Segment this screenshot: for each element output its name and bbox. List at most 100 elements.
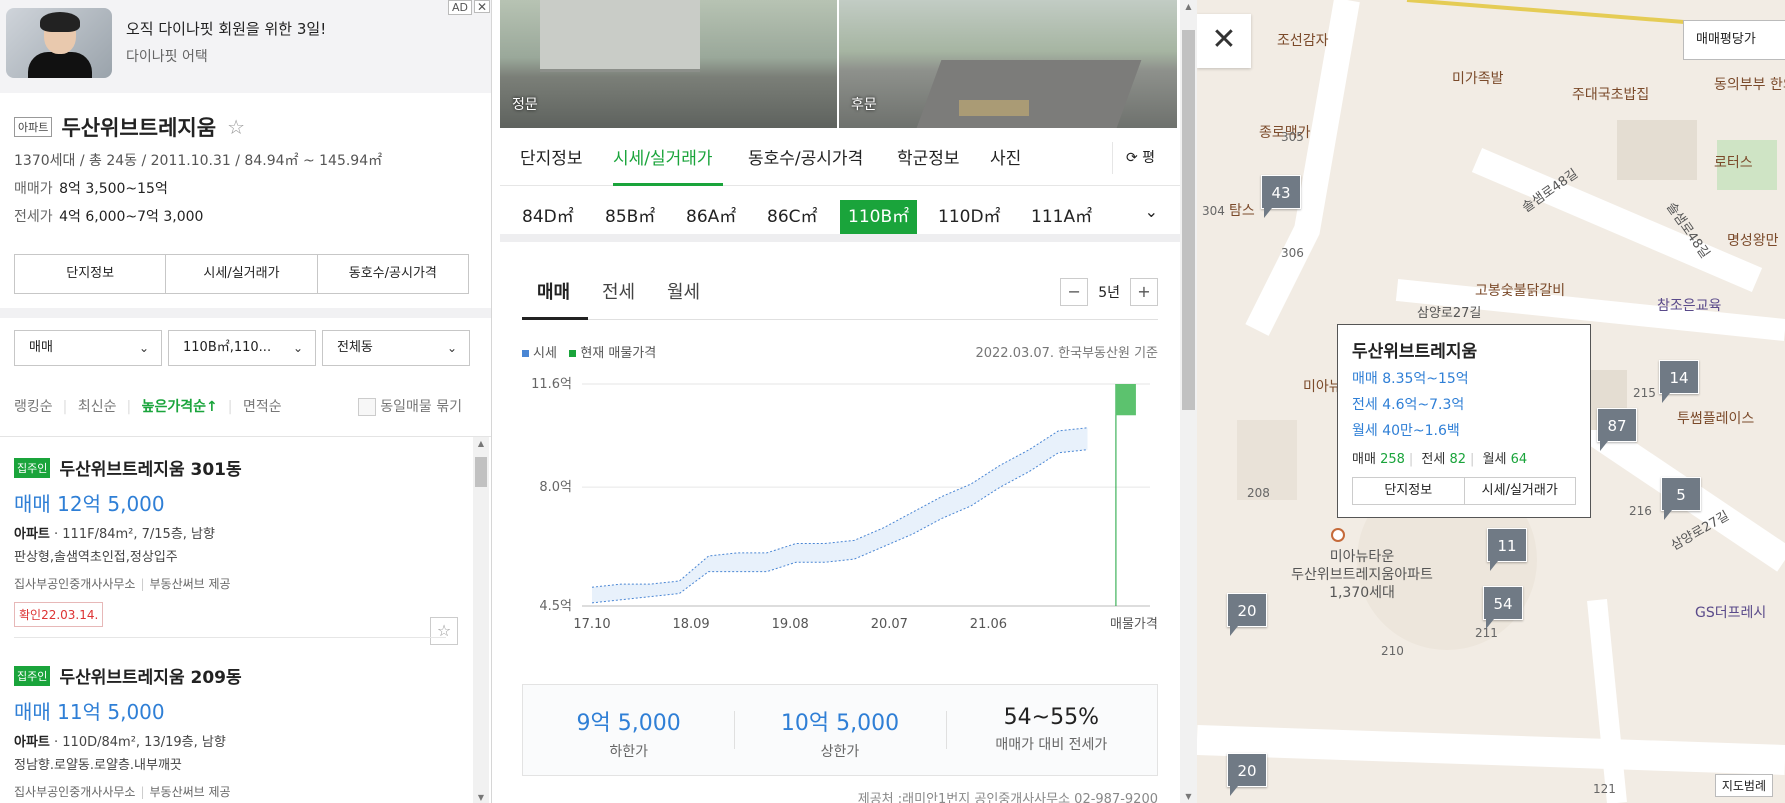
chevron-down-icon: ⌄ bbox=[138, 341, 149, 355]
sort-area[interactable]: 면적순 bbox=[243, 399, 282, 415]
tab-photos[interactable]: 사진 bbox=[990, 144, 1021, 169]
tab-complex-info[interactable]: 단지정보 bbox=[520, 144, 583, 169]
listing-cluster[interactable]: 11 bbox=[1487, 528, 1527, 571]
poi-label[interactable]: 참조은교육 bbox=[1657, 295, 1721, 315]
ad-title[interactable]: 오직 다이나핏 회원을 위한 3일! bbox=[126, 18, 326, 39]
map-view[interactable]: ✕ 매매평당가 조선감자 미가족발 주대국초밥집 동의부부 한의원 종로맥가 로… bbox=[1197, 0, 1785, 803]
complex-meta: 1370세대 / 총 24동 / 2011.10.31 / 84.94㎡ ~ 1… bbox=[14, 153, 383, 169]
ad-image[interactable] bbox=[6, 8, 112, 78]
listing-desc: 판상형,솔샘역초인접,정상입주 bbox=[14, 550, 178, 565]
price-history-button[interactable]: 시세/실거래가 bbox=[166, 255, 318, 293]
complex-tab-buttons: 단지정보 시세/실거래가 동호수/공시가격 bbox=[14, 254, 469, 294]
listing-list: 집주인 두산위브트레지움 301동 매매 12억 5,000 아파트 · 111… bbox=[0, 436, 491, 803]
ad-subtitle[interactable]: 다이나핏 어택 bbox=[126, 46, 208, 66]
listing-cluster[interactable]: 20 bbox=[1227, 753, 1267, 796]
size-select[interactable]: 110B㎡,110... ⌄ bbox=[168, 330, 316, 366]
group-same-listings[interactable]: 동일매물 묶기 bbox=[358, 396, 466, 416]
legend-swatch-listing bbox=[569, 350, 577, 357]
list-item[interactable]: 집주인 두산위브트레지움 209동 매매 11억 5,000 아파트 · 110… bbox=[14, 663, 454, 800]
listing-cluster[interactable]: 54 bbox=[1483, 586, 1523, 629]
pyeong-toggle[interactable]: ⟳ 평 bbox=[1112, 142, 1168, 174]
period-minus-button[interactable]: − bbox=[1060, 278, 1089, 306]
y-tick-label: 11.6억 bbox=[531, 377, 572, 392]
listing-agent: 집사부공인중개사사무소 | 부동산써브 제공 bbox=[14, 785, 231, 799]
size-tab[interactable]: 110D㎡ bbox=[938, 200, 1001, 234]
detail-scrollbar[interactable]: ▲ ▼ bbox=[1180, 0, 1197, 803]
jeonse-price-value: 4억 6,000~7억 3,000 bbox=[59, 209, 204, 225]
size-tab-selected[interactable]: 110B㎡ bbox=[840, 200, 918, 234]
size-tab[interactable]: 111A㎡ bbox=[1031, 200, 1092, 234]
tab-price[interactable]: 시세/실거래가 bbox=[613, 144, 713, 169]
group-checkbox[interactable] bbox=[358, 398, 377, 416]
tab-units[interactable]: 동호수/공시가격 bbox=[748, 144, 863, 169]
map-legend-button[interactable]: 지도범례 bbox=[1714, 774, 1773, 797]
scroll-thumb[interactable] bbox=[475, 457, 487, 487]
scroll-up-icon[interactable]: ▲ bbox=[473, 439, 489, 448]
popup-info-button[interactable]: 단지정보 bbox=[1353, 478, 1464, 504]
x-tick-label: 매물가격 bbox=[1110, 617, 1158, 632]
listing-cluster[interactable]: 43 bbox=[1261, 175, 1301, 218]
poi-label[interactable]: GS더프레시 bbox=[1695, 602, 1766, 622]
summary-ratio: 54~55% 매매가 대비 전세가 bbox=[945, 685, 1157, 775]
poi-label[interactable]: 미가족발 bbox=[1452, 68, 1504, 88]
poi-label[interactable]: 탐스 bbox=[1229, 200, 1255, 220]
poi-label[interactable]: 주대국초밥집 bbox=[1572, 84, 1649, 104]
poi-label[interactable]: 명성왕만 bbox=[1727, 230, 1779, 250]
sort-price-high[interactable]: 높은가격순↑ bbox=[142, 399, 218, 415]
subtab-sale[interactable]: 매매 bbox=[537, 278, 570, 304]
chevron-down-icon[interactable]: ⌄ bbox=[1145, 202, 1158, 221]
period-control: − 5년 + bbox=[1060, 278, 1158, 306]
poi-label[interactable]: 동의부부 한의원 bbox=[1714, 76, 1785, 94]
unit-price-button[interactable]: 동호수/공시가격 bbox=[318, 255, 468, 293]
close-icon[interactable]: ✕ bbox=[1197, 14, 1251, 68]
photo-back-gate[interactable]: 후문 bbox=[839, 0, 1177, 128]
photo-front-gate[interactable]: 정문 bbox=[500, 0, 837, 128]
scroll-thumb[interactable] bbox=[1182, 30, 1195, 410]
size-tab[interactable]: 86C㎡ bbox=[767, 200, 818, 234]
size-tab[interactable]: 85B㎡ bbox=[605, 200, 655, 234]
star-icon[interactable]: ☆ bbox=[430, 617, 458, 645]
price-chart[interactable]: 11.6억 8.0억 4.5억17.10 18.09 19.08 20.07 21.06 매물… bbox=[522, 376, 1162, 646]
listing-cluster[interactable]: 14 bbox=[1659, 360, 1699, 403]
complex-pin-icon[interactable] bbox=[1331, 528, 1345, 542]
subtab-monthly[interactable]: 월세 bbox=[667, 278, 700, 304]
complex-info-button[interactable]: 단지정보 bbox=[15, 255, 167, 293]
ad-banner[interactable]: 오직 다이나핏 회원을 위한 3일! 다이나핏 어택 AD ✕ bbox=[0, 0, 491, 93]
subtab-jeonse[interactable]: 전세 bbox=[602, 278, 635, 304]
dong-value: 전체동 bbox=[337, 340, 373, 355]
scroll-down-icon[interactable]: ▼ bbox=[1180, 792, 1197, 801]
size-value: 110B㎡,110... bbox=[183, 340, 272, 355]
tab-school[interactable]: 학군정보 bbox=[897, 144, 960, 169]
poi-label[interactable]: 로터스 bbox=[1714, 152, 1753, 172]
poi-label[interactable]: 조선감자 bbox=[1277, 30, 1329, 50]
list-scrollbar[interactable]: ▲ ▼ bbox=[473, 437, 489, 803]
ad-close-icon[interactable]: ✕ bbox=[474, 0, 490, 13]
listing-cluster[interactable]: 5 bbox=[1661, 477, 1701, 520]
poi-label[interactable]: 고봉숯불닭갈비 bbox=[1475, 280, 1565, 300]
favorite-star-icon[interactable]: ☆ bbox=[227, 115, 245, 139]
complex-map-label[interactable]: 미아뉴타운 두산위브트레지움아파트 1,370세대 bbox=[1257, 548, 1467, 602]
scroll-down-icon[interactable]: ▼ bbox=[473, 793, 489, 802]
size-tab[interactable]: 84D㎡ bbox=[522, 200, 574, 234]
ad-badge: AD bbox=[448, 0, 472, 15]
complex-summary: 아파트 두산위브트레지움 ☆ 1370세대 / 총 24동 / 2011.10.… bbox=[14, 112, 484, 226]
listing-cluster[interactable]: 87 bbox=[1597, 408, 1637, 451]
owner-badge: 집주인 bbox=[14, 665, 51, 686]
size-tab[interactable]: 86A㎡ bbox=[686, 200, 736, 234]
period-plus-button[interactable]: + bbox=[1130, 278, 1158, 306]
sort-ranking[interactable]: 랭킹순 bbox=[14, 399, 53, 415]
scroll-up-icon[interactable]: ▲ bbox=[1180, 2, 1197, 11]
dong-select[interactable]: 전체동 ⌄ bbox=[322, 330, 470, 366]
x-tick-label: 18.09 bbox=[672, 617, 709, 632]
photo-label-front: 정문 bbox=[512, 97, 538, 113]
data-source: 제공처 :래미안1번지 공인중개사사무소 02-987-9200 bbox=[857, 792, 1158, 803]
sale-price-label: 매매가 bbox=[14, 181, 53, 197]
trade-type-select[interactable]: 매매 ⌄ bbox=[14, 330, 162, 366]
popup-price-button[interactable]: 시세/실거래가 bbox=[1463, 478, 1576, 504]
chevron-down-icon: ⌄ bbox=[292, 341, 303, 355]
poi-label[interactable]: 투썸플레이스 bbox=[1677, 408, 1754, 428]
map-mode-select[interactable]: 매매평당가 bbox=[1683, 20, 1785, 60]
popup-buttons: 단지정보 시세/실거래가 bbox=[1352, 477, 1576, 505]
list-item[interactable]: 집주인 두산위브트레지움 301동 매매 12억 5,000 아파트 · 111… bbox=[14, 455, 458, 645]
sort-latest[interactable]: 최신순 bbox=[78, 399, 117, 415]
